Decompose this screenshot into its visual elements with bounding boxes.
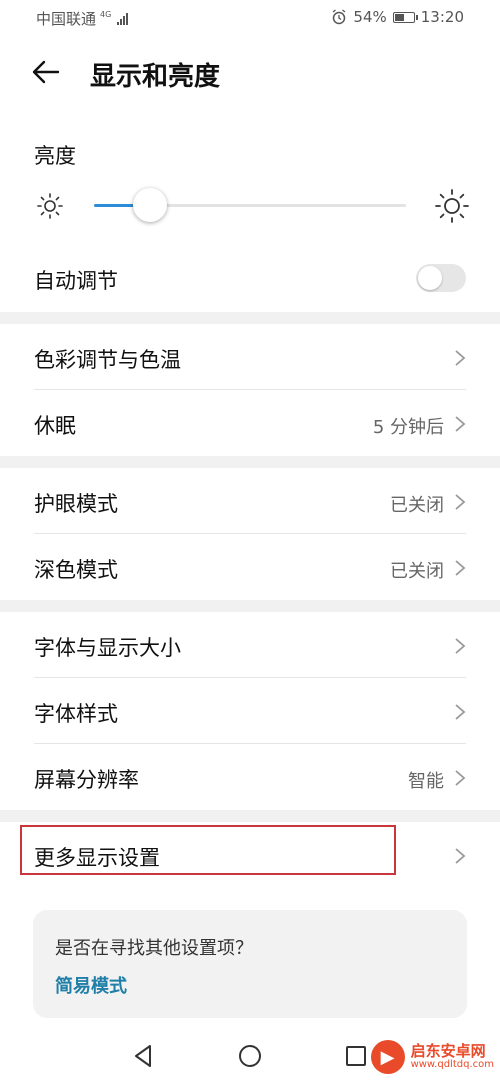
row-label: 深色模式 (34, 558, 118, 582)
chevron-right-icon (455, 494, 466, 510)
row-label: 字体样式 (34, 702, 118, 726)
carrier-name: 中国联通 (36, 10, 97, 28)
brightness-label: 亮度 (34, 144, 76, 168)
chevron-right-icon (455, 416, 466, 432)
row-value: 已关闭 (390, 495, 444, 516)
watermark-title: 启东安卓网 (410, 1041, 486, 1060)
row-eye-comfort[interactable]: 护眼模式 已关闭 (0, 468, 500, 534)
battery-icon (392, 11, 418, 23)
row-label: 更多显示设置 (34, 846, 160, 870)
watermark: ▶ 启东安卓网 www.qdltdq.com (370, 1040, 494, 1074)
row-label: 屏幕分辨率 (34, 768, 139, 792)
auto-brightness-toggle[interactable] (416, 264, 466, 292)
home-nav-icon[interactable] (236, 1042, 264, 1070)
signal-icon (117, 12, 129, 25)
status-right: 54% 13:20 (331, 8, 464, 26)
recents-nav-icon[interactable] (342, 1042, 370, 1070)
suggestion-question: 是否在寻找其他设置项？ (55, 938, 253, 959)
row-font-size[interactable]: 字体与显示大小 (0, 612, 500, 678)
row-label: 色彩调节与色温 (34, 348, 181, 372)
row-label: 护眼模式 (34, 492, 118, 516)
row-dark-mode[interactable]: 深色模式 已关闭 (0, 534, 500, 600)
section-divider (0, 810, 500, 822)
simple-mode-link[interactable]: 简易模式 (55, 972, 127, 998)
row-value: 5 分钟后 (372, 417, 444, 438)
section-divider (0, 312, 500, 324)
toggle-knob (418, 266, 442, 290)
section-divider (0, 456, 500, 468)
auto-brightness-label: 自动调节 (34, 269, 118, 293)
brightness-slider[interactable] (94, 188, 406, 222)
row-sleep[interactable]: 休眠 5 分钟后 (0, 390, 500, 456)
network-type: 4G (100, 9, 112, 19)
chevron-right-icon (455, 848, 466, 864)
sun-small-icon (37, 193, 63, 219)
status-left: 中国联通 4G (36, 8, 129, 29)
status-time: 13:20 (420, 8, 464, 26)
back-arrow-icon (32, 60, 60, 84)
chevron-right-icon (455, 638, 466, 654)
alarm-icon (333, 9, 346, 25)
chevron-right-icon (455, 560, 466, 576)
battery-fill (394, 13, 405, 21)
header: 显示和亮度 (0, 44, 500, 104)
suggestion-card: 是否在寻找其他设置项？ 简易模式 (33, 910, 467, 1018)
row-label: 字体与显示大小 (34, 636, 181, 660)
watermark-url: www.qdltdq.com (410, 1058, 494, 1070)
row-resolution[interactable]: 屏幕分辨率 智能 (0, 744, 500, 810)
back-button[interactable] (30, 56, 70, 92)
row-label: 休眠 (34, 414, 76, 438)
chevron-right-icon (455, 704, 466, 720)
chevron-right-icon (455, 770, 466, 786)
battery-percent: 54% (353, 8, 387, 26)
brightness-slider-thumb[interactable] (133, 188, 168, 222)
sun-large-icon (435, 189, 469, 223)
watermark-text: 启东安卓网 www.qdltdq.com (410, 1041, 494, 1070)
watermark-logo-icon: ▶ (370, 1040, 405, 1074)
status-bar: 中国联通 4G 54% 13:20 (0, 0, 500, 36)
back-nav-icon[interactable] (130, 1042, 158, 1070)
page-title: 显示和亮度 (90, 62, 221, 92)
row-color-temperature[interactable]: 色彩调节与色温 (0, 324, 500, 390)
section-divider (0, 600, 500, 612)
row-value: 已关闭 (390, 561, 444, 582)
brightness-slider-row (34, 184, 470, 228)
chevron-right-icon (455, 350, 466, 366)
row-font-style[interactable]: 字体样式 (0, 678, 500, 744)
row-value: 智能 (408, 771, 444, 792)
row-more-display-settings[interactable]: 更多显示设置 (0, 822, 500, 888)
